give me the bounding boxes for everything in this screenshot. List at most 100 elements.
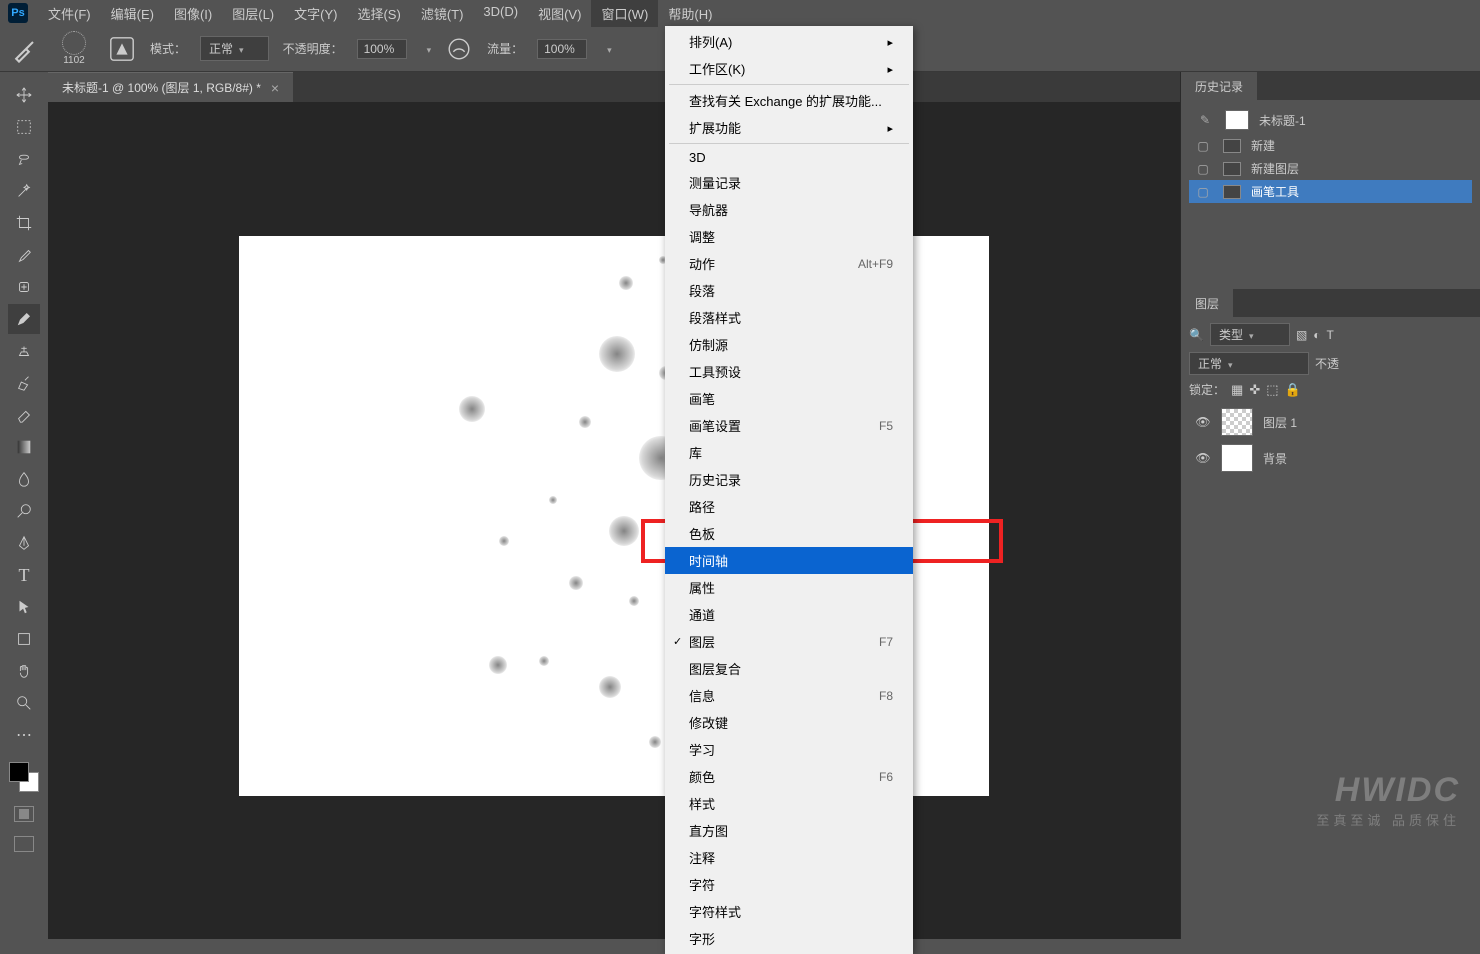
menu-item-路径[interactable]: 路径 <box>665 493 913 520</box>
menu-item-段落[interactable]: 段落 <box>665 277 913 304</box>
menu-item-直方图[interactable]: 直方图 <box>665 817 913 844</box>
menu-item-修改键[interactable]: 修改键 <box>665 709 913 736</box>
quick-mask-toggle[interactable] <box>14 806 34 822</box>
menu-item-图层复合[interactable]: 图层复合 <box>665 655 913 682</box>
menu-item-3D[interactable]: 3D <box>665 146 913 169</box>
menu-0[interactable]: 文件(F) <box>38 0 101 27</box>
menu-item-查找有关 Exchange 的扩展功能...[interactable]: 查找有关 Exchange 的扩展功能... <box>665 87 913 114</box>
document-tab[interactable]: 未标题-1 @ 100% (图层 1, RGB/8#) * × <box>48 72 293 102</box>
layer-row[interactable]: 👁背景 <box>1189 440 1472 476</box>
history-step[interactable]: ▢画笔工具 <box>1189 180 1472 203</box>
menu-3[interactable]: 图层(L) <box>222 0 284 27</box>
menu-item-样式[interactable]: 样式 <box>665 790 913 817</box>
menu-item-动作[interactable]: 动作Alt+F9 <box>665 250 913 277</box>
visibility-icon[interactable]: 👁 <box>1195 415 1211 429</box>
visibility-icon[interactable]: 👁 <box>1195 451 1211 465</box>
path-selection-tool[interactable] <box>8 592 40 622</box>
pressure-opacity-icon[interactable] <box>445 35 473 63</box>
filter-type-icon[interactable]: T <box>1327 328 1334 342</box>
menu-9[interactable]: 窗口(W) <box>591 0 658 27</box>
menu-item-字符样式[interactable]: 字符样式 <box>665 898 913 925</box>
history-step[interactable]: ▢新建图层 <box>1189 157 1472 180</box>
menu-item-历史记录[interactable]: 历史记录 <box>665 466 913 493</box>
menu-item-测量记录[interactable]: 测量记录 <box>665 169 913 196</box>
menu-item-仿制源[interactable]: 仿制源 <box>665 331 913 358</box>
menu-item-工作区(K)[interactable]: 工作区(K) <box>665 55 913 82</box>
menu-2[interactable]: 图像(I) <box>164 0 222 27</box>
crop-tool[interactable] <box>8 208 40 238</box>
flow-field[interactable]: 100% <box>537 39 587 59</box>
menu-item-字符[interactable]: 字符 <box>665 871 913 898</box>
gradient-tool[interactable] <box>8 432 40 462</box>
eyedropper-tool[interactable] <box>8 240 40 270</box>
dodge-tool[interactable] <box>8 496 40 526</box>
brush-settings-icon[interactable] <box>108 35 136 63</box>
opacity-field[interactable]: 100% <box>357 39 407 59</box>
lasso-tool[interactable] <box>8 144 40 174</box>
history-step[interactable]: ▢新建 <box>1189 134 1472 157</box>
menu-7[interactable]: 3D(D) <box>473 0 528 27</box>
menu-item-图层[interactable]: 图层F7 <box>665 628 913 655</box>
lock-all-icon[interactable]: 🔒 <box>1285 382 1301 398</box>
menu-item-扩展功能[interactable]: 扩展功能 <box>665 114 913 141</box>
rectangle-tool[interactable] <box>8 624 40 654</box>
menu-item-画笔设置[interactable]: 画笔设置F5 <box>665 412 913 439</box>
menu-item-调整[interactable]: 调整 <box>665 223 913 250</box>
marquee-tool[interactable] <box>8 112 40 142</box>
flow-chevron-icon[interactable] <box>601 42 612 56</box>
canvas-viewport[interactable] <box>48 102 1180 939</box>
menu-item-学习[interactable]: 学习 <box>665 736 913 763</box>
layers-tab[interactable]: 图层 <box>1181 289 1233 318</box>
history-brush-tool[interactable] <box>8 368 40 398</box>
lock-pixels-icon[interactable]: ▦ <box>1231 382 1243 398</box>
menu-6[interactable]: 滤镜(T) <box>411 0 474 27</box>
blend-mode-dropdown[interactable]: 正常 <box>200 36 269 61</box>
menu-item-属性[interactable]: 属性 <box>665 574 913 601</box>
lock-position-icon[interactable]: ✜ <box>1249 382 1260 398</box>
filter-adjust-icon[interactable]: ◐ <box>1313 328 1320 342</box>
menu-item-画笔[interactable]: 画笔 <box>665 385 913 412</box>
zoom-tool[interactable] <box>8 688 40 718</box>
menu-8[interactable]: 视图(V) <box>528 0 591 27</box>
menu-item-信息[interactable]: 信息F8 <box>665 682 913 709</box>
eraser-tool[interactable] <box>8 400 40 430</box>
foreground-color[interactable] <box>9 762 29 782</box>
opacity-chevron-icon[interactable] <box>421 42 432 56</box>
menu-item-颜色[interactable]: 颜色F6 <box>665 763 913 790</box>
layer-row[interactable]: 👁图层 1 <box>1189 404 1472 440</box>
menu-10[interactable]: 帮助(H) <box>658 0 722 27</box>
screen-mode-toggle[interactable] <box>14 836 34 852</box>
healing-brush-tool[interactable] <box>8 272 40 302</box>
magic-wand-tool[interactable] <box>8 176 40 206</box>
lock-artboard-icon[interactable]: ⬚ <box>1266 382 1278 398</box>
brush-preset-picker[interactable]: 1102 <box>54 29 94 69</box>
color-swatch[interactable] <box>9 762 39 792</box>
menu-item-时间轴[interactable]: 时间轴 <box>665 547 913 574</box>
blur-tool[interactable] <box>8 464 40 494</box>
menu-4[interactable]: 文字(Y) <box>284 0 347 27</box>
menu-item-工具预设[interactable]: 工具预设 <box>665 358 913 385</box>
blend-mode-dropdown[interactable]: 正常 <box>1189 352 1309 375</box>
history-snapshot[interactable]: ✎ 未标题-1 <box>1189 106 1472 134</box>
brush-tool[interactable] <box>8 304 40 334</box>
move-tool[interactable] <box>8 80 40 110</box>
menu-5[interactable]: 选择(S) <box>347 0 410 27</box>
tool-preset-icon[interactable] <box>12 35 40 63</box>
edit-toolbar-icon[interactable]: ⋯ <box>8 720 40 750</box>
pen-tool[interactable] <box>8 528 40 558</box>
menu-item-库[interactable]: 库 <box>665 439 913 466</box>
history-tab[interactable]: 历史记录 <box>1181 72 1257 101</box>
layer-filter-dropdown[interactable]: 类型 <box>1210 323 1290 346</box>
type-tool[interactable]: T <box>8 560 40 590</box>
menu-item-色板[interactable]: 色板 <box>665 520 913 547</box>
hand-tool[interactable] <box>8 656 40 686</box>
menu-item-通道[interactable]: 通道 <box>665 601 913 628</box>
clone-stamp-tool[interactable] <box>8 336 40 366</box>
close-icon[interactable]: × <box>271 80 279 96</box>
menu-item-排列(A)[interactable]: 排列(A) <box>665 28 913 55</box>
menu-item-段落样式[interactable]: 段落样式 <box>665 304 913 331</box>
menu-item-注释[interactable]: 注释 <box>665 844 913 871</box>
menu-item-导航器[interactable]: 导航器 <box>665 196 913 223</box>
filter-pixel-icon[interactable]: ▧ <box>1296 328 1307 342</box>
menu-1[interactable]: 编辑(E) <box>101 0 164 27</box>
